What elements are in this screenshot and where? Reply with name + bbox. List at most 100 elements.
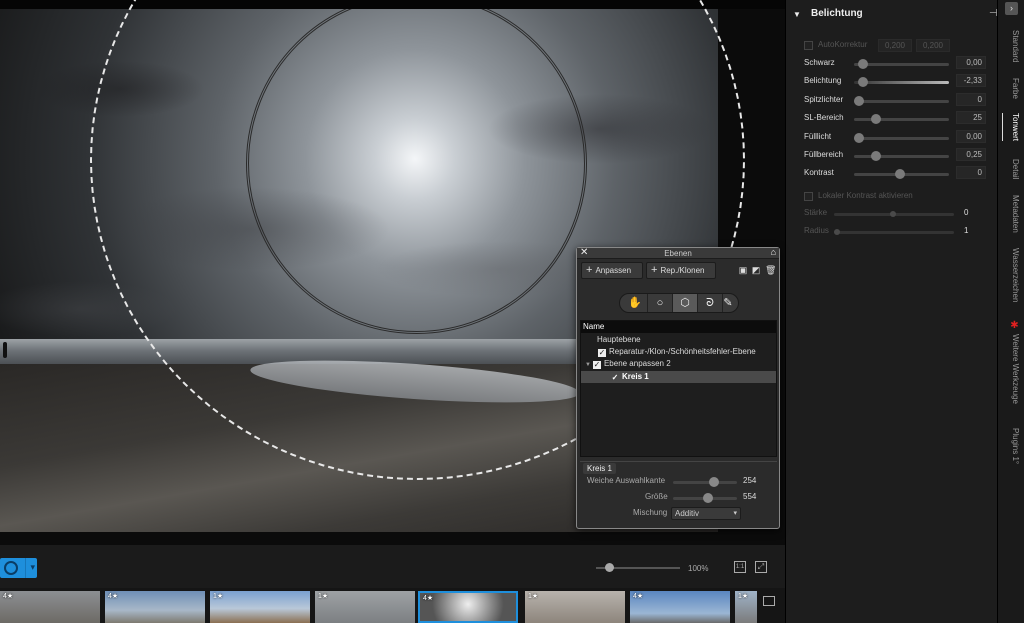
tab-plugins[interactable]: Plugins 1° — [1002, 428, 1020, 464]
thumbnail[interactable]: 1★ — [315, 591, 415, 623]
slider-knob[interactable] — [854, 96, 864, 106]
home-icon[interactable]: ⌂ — [771, 247, 776, 257]
chevron-down-icon[interactable]: ▾ — [30, 562, 35, 573]
polygon-tool-icon[interactable]: ⬡ — [673, 294, 697, 312]
section-divider — [580, 461, 777, 462]
slider-value[interactable]: 0,00 — [956, 130, 986, 143]
slider-row-kontrast: Kontrast 0 — [786, 166, 998, 182]
mischung-select[interactable]: Additiv ▾ — [671, 507, 741, 520]
slider-track[interactable] — [854, 81, 949, 84]
collapse-triangle-icon[interactable]: ▼ — [793, 10, 801, 19]
duplicate-layer-icon[interactable]: ▣ — [738, 265, 748, 275]
slider-value[interactable]: -2,33 — [956, 74, 986, 87]
thumbnail-rating: 1★ — [213, 593, 224, 600]
layer-row[interactable]: ✓ Reparatur-/Klon-/Schönheitsfehler-Ebene — [581, 346, 776, 358]
layer-row[interactable]: Hauptebene — [581, 334, 776, 346]
add-adjustment-layer-button[interactable]: + Anpassen — [581, 262, 643, 279]
brush-tool-icon[interactable]: ✎ — [716, 294, 740, 312]
filmstrip-view-icon[interactable] — [763, 596, 775, 606]
autokorrektur-field-1[interactable]: 0,200 — [878, 39, 912, 52]
slider-knob[interactable] — [854, 133, 864, 143]
layer-list: Name Hauptebene ✓ Reparatur-/Klon-/Schönh… — [580, 320, 777, 457]
slider-knob[interactable] — [834, 229, 840, 235]
adjustments-panel: ▼ Belichtung ⊣ AutoKorrektur 0,200 0,200… — [785, 0, 998, 623]
slider-knob[interactable] — [709, 477, 719, 487]
thumbnail-rating: 1★ — [738, 593, 749, 600]
thumbnail-rating: 1★ — [528, 593, 539, 600]
layer-row[interactable]: ▼ ✓ Ebene anpassen 2 — [581, 358, 776, 370]
tab-weitere-werkzeuge[interactable]: Weitere Werkzeuge — [1002, 334, 1020, 404]
lokaler-kontrast-checkbox[interactable] — [804, 192, 813, 201]
slider-knob[interactable] — [703, 493, 713, 503]
thumbnail[interactable]: 1★ — [210, 591, 310, 623]
thumbnail[interactable]: 1★ — [525, 591, 625, 623]
thumbnail[interactable]: 1★ — [735, 591, 757, 623]
tab-tonwert[interactable]: Tonwert — [1002, 113, 1020, 142]
layer-visibility-checkbox[interactable]: ✓ — [611, 374, 619, 382]
thumbnail[interactable]: 4★ — [0, 591, 100, 623]
thumbnail[interactable]: 4★ — [630, 591, 730, 623]
asterisk-icon: ✱ — [1009, 320, 1020, 331]
slider-track[interactable] — [854, 63, 949, 66]
autokorrektur-field-2[interactable]: 0,200 — [916, 39, 950, 52]
tab-farbe[interactable]: Farbe — [1002, 78, 1020, 99]
slider-knob[interactable] — [858, 77, 869, 87]
plus-icon: + — [586, 264, 593, 276]
layer-visibility-checkbox[interactable]: ✓ — [592, 361, 601, 369]
actual-size-button[interactable]: 1:1 — [734, 561, 746, 573]
slider-track[interactable] — [854, 100, 949, 103]
thumbnail-rating: 4★ — [3, 593, 14, 600]
layer-row-selected[interactable]: ✓ Kreis 1 — [581, 371, 776, 383]
layer-visibility-checkbox[interactable]: ✓ — [598, 349, 606, 357]
slider-track[interactable] — [834, 231, 954, 234]
slider-value: 1 — [964, 226, 969, 235]
autokorrektur-checkbox[interactable] — [804, 41, 813, 50]
slider-row-schwarz: Schwarz 0,00 — [786, 56, 998, 72]
trash-icon[interactable]: 🗑 — [765, 265, 776, 275]
select-value: Additiv — [675, 509, 700, 518]
slider-track[interactable] — [673, 481, 737, 484]
tab-wasserzeichen[interactable]: Wasserzeichen — [1002, 248, 1020, 302]
tab-standard[interactable]: Standard — [1002, 30, 1020, 62]
layer-name: Reparatur-/Klon-/Schönheitsfehler-Ebene — [609, 347, 756, 356]
slider-value[interactable]: 0,25 — [956, 148, 986, 161]
tab-detail[interactable]: Detail — [1002, 159, 1020, 179]
thumbnail[interactable]: 4★ — [105, 591, 205, 623]
add-repair-layer-button[interactable]: + Rep./Klonen — [646, 262, 716, 279]
mask-layer-icon[interactable]: ◩ — [751, 265, 761, 275]
expand-triangle-icon[interactable]: ▼ — [585, 359, 591, 371]
mischung-label: Mischung — [633, 508, 668, 517]
fit-screen-icon[interactable]: ⤢ — [755, 561, 767, 573]
slider-knob[interactable] — [871, 151, 881, 161]
lokaler-kontrast-row: Lokaler Kontrast aktivieren — [804, 190, 984, 204]
zoom-slider-knob[interactable] — [605, 563, 614, 572]
slider-knob[interactable] — [871, 114, 881, 124]
circle-tool-button[interactable]: ▾ — [0, 558, 37, 578]
slider-knob[interactable] — [858, 59, 869, 69]
panel-header[interactable]: ▼ Belichtung ⊣ — [786, 0, 998, 28]
slider-knob[interactable] — [894, 169, 905, 179]
filmstrip[interactable]: 4★ 4★ 1★ 1★ 4★ 1★ 4★ 1★ — [0, 588, 785, 623]
slider-label: Belichtung — [804, 76, 842, 85]
slider-track[interactable] — [854, 137, 949, 140]
button-label: Anpassen — [595, 266, 632, 275]
layers-panel-titlebar[interactable]: ✕ Ebenen ⌂ — [577, 247, 779, 259]
slider-value[interactable]: 0 — [956, 93, 986, 106]
thumbnail-selected[interactable]: 4★ — [418, 591, 518, 623]
slider-label: SL-Bereich — [804, 113, 844, 122]
layers-panel[interactable]: ✕ Ebenen ⌂ + Anpassen + Rep./Klonen ▣ ◩ 🗑 … — [576, 247, 780, 529]
shape-section-title: Kreis 1 — [583, 463, 616, 474]
slider-value: 254 — [743, 476, 757, 485]
hand-tool-icon[interactable]: ✋ — [623, 294, 647, 312]
slider-knob[interactable] — [890, 211, 896, 217]
chevron-right-icon[interactable]: › — [1005, 2, 1018, 15]
slider-track[interactable] — [854, 155, 949, 158]
slider-value[interactable]: 0 — [956, 166, 986, 179]
circle-tool-icon[interactable]: ○ — [648, 294, 672, 312]
person-silhouette — [3, 342, 7, 358]
slider-value[interactable]: 25 — [956, 111, 986, 124]
slider-value[interactable]: 0,00 — [956, 56, 986, 69]
panel-title: Belichtung — [811, 8, 863, 19]
tab-metadaten[interactable]: Metadaten — [1002, 195, 1020, 233]
slider-track[interactable] — [854, 118, 949, 121]
